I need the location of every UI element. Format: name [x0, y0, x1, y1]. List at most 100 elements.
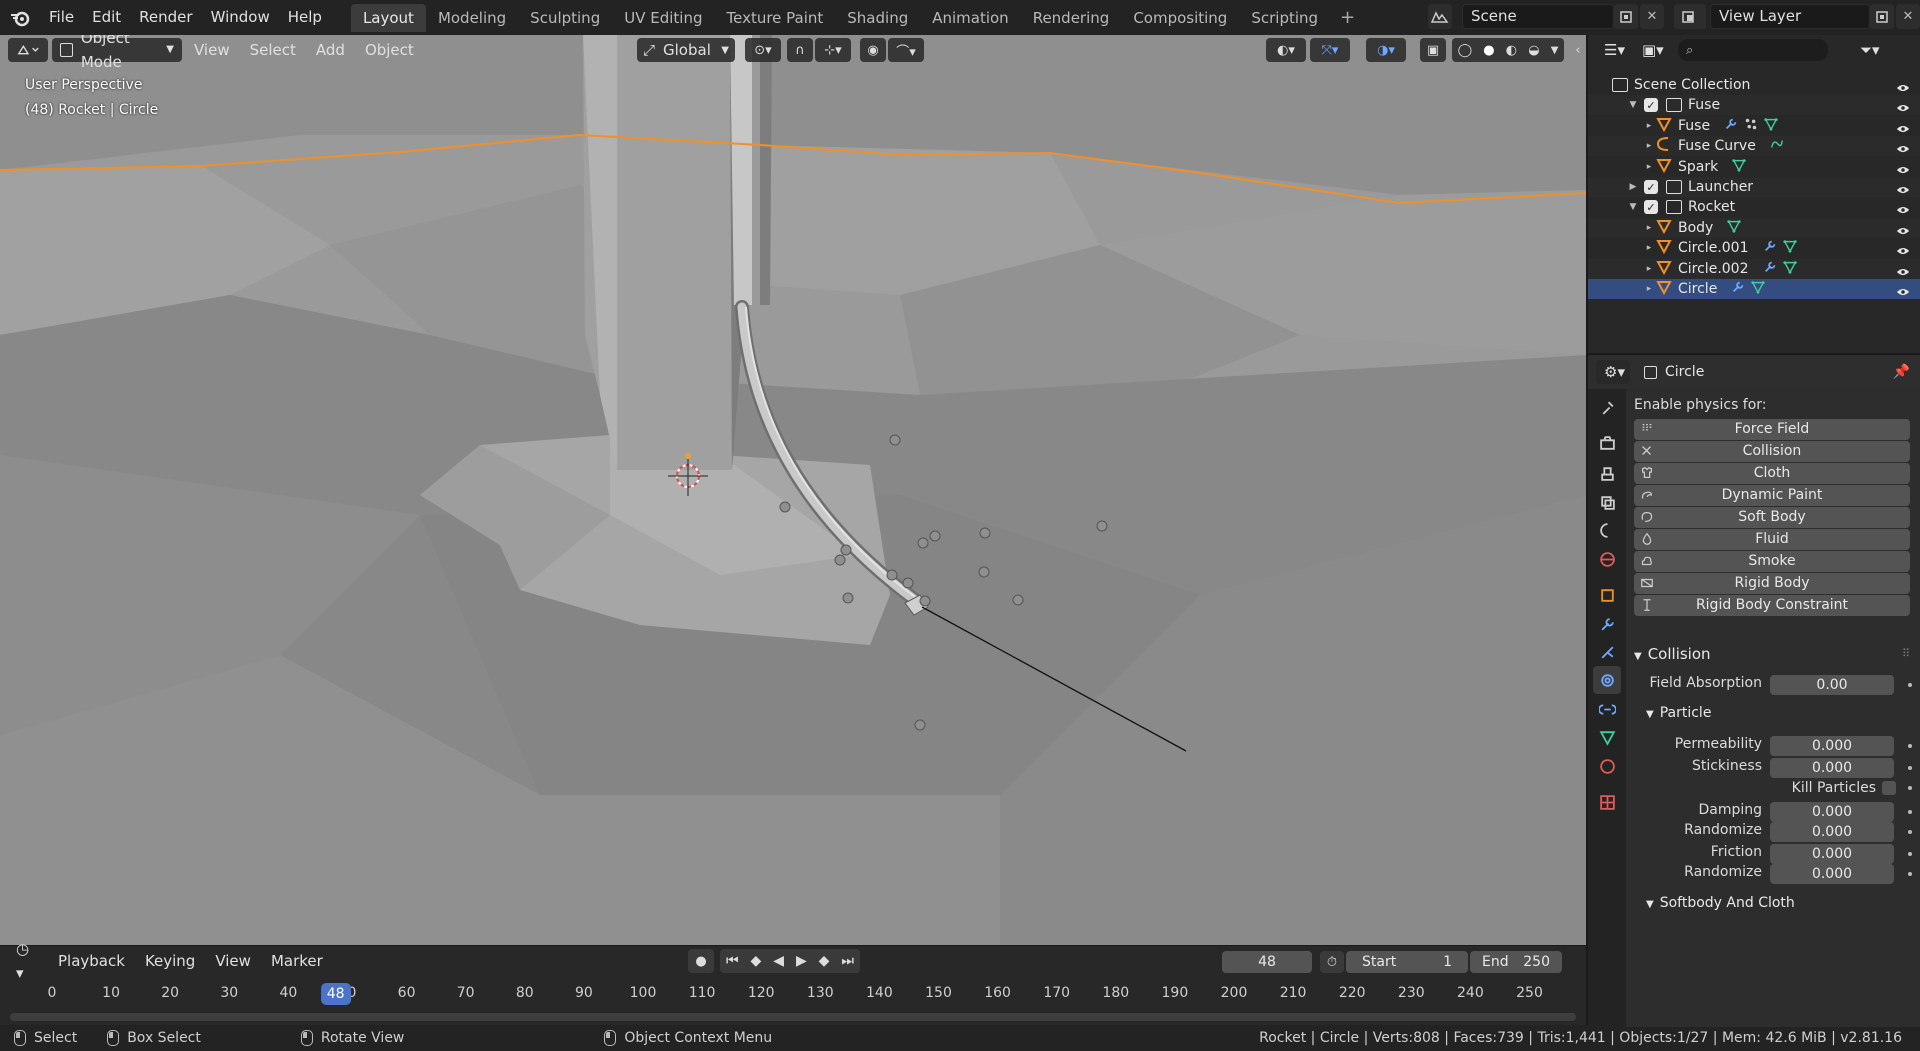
tab-view-layer-icon[interactable] [1593, 488, 1621, 516]
viewport-menu-object[interactable]: Object [357, 38, 422, 62]
tab-scene-icon[interactable] [1593, 516, 1621, 544]
eye-icon[interactable] [1896, 163, 1910, 173]
collection-checkbox[interactable]: ✓ [1644, 180, 1658, 194]
outliner-row[interactable]: ▸ Fuse Curve [1588, 136, 1920, 157]
tab-modeling[interactable]: Modeling [426, 4, 518, 32]
display-mode-icon[interactable]: ▣▾ [1634, 38, 1668, 62]
collision-panel-header[interactable]: ▼ Collision [1634, 645, 1711, 663]
tab-texture-paint[interactable]: Texture Paint [714, 4, 835, 32]
outliner-row[interactable]: Scene Collection [1588, 75, 1920, 95]
animate-property-icon[interactable] [1908, 830, 1912, 834]
editor-type-icon[interactable] [8, 38, 48, 62]
animate-property-icon[interactable] [1908, 683, 1912, 687]
expand-right-icon[interactable]: ▸ [1644, 121, 1654, 131]
outliner-row[interactable]: ▸ Circle.001 [1588, 238, 1920, 258]
pivot-point-icon[interactable]: ⊙▾ [745, 38, 781, 62]
expand-right-icon[interactable]: ▸ [1644, 223, 1654, 233]
tab-shading[interactable]: Shading [835, 4, 920, 32]
expand-down-icon[interactable]: ▼ [1628, 202, 1638, 212]
eye-icon[interactable] [1896, 81, 1910, 92]
tab-object-data-icon[interactable] [1593, 723, 1621, 751]
menu-file[interactable]: File [40, 0, 83, 35]
animate-property-icon[interactable] [1908, 744, 1912, 748]
drag-handle-icon[interactable]: ⠿ [1902, 647, 1910, 660]
collection-checkbox[interactable]: ✓ [1644, 98, 1658, 113]
menu-render[interactable]: Render [130, 0, 201, 35]
mesh-data-icon[interactable] [1732, 158, 1746, 176]
wireframe-shading-icon[interactable]: ◯ [1458, 43, 1473, 58]
new-scene-icon[interactable] [1614, 4, 1638, 29]
wrench-icon[interactable] [1724, 117, 1738, 135]
transform-orientation-dropdown[interactable]: ⤢ Global ▼ [637, 38, 735, 62]
wrench-icon[interactable] [1763, 260, 1777, 278]
stopwatch-icon[interactable]: ⏱ [1320, 951, 1344, 973]
record-icon[interactable]: ● [688, 949, 714, 973]
tab-sculpting[interactable]: Sculpting [518, 4, 612, 32]
eye-icon[interactable] [1896, 142, 1910, 153]
viewport-menu-select[interactable]: Select [242, 38, 304, 62]
mesh-data-icon[interactable] [1751, 280, 1765, 298]
physics-collision-button[interactable]: Collision [1634, 441, 1910, 462]
animate-property-icon[interactable] [1908, 810, 1912, 814]
material-shading-icon[interactable]: ◐ [1506, 43, 1517, 58]
expand-right-icon[interactable]: ▸ [1644, 162, 1654, 172]
viewport-menu-add[interactable]: Add [308, 38, 353, 62]
physics-rigid-body-button[interactable]: Rigid Body [1634, 573, 1910, 594]
mesh-data-icon[interactable] [1727, 219, 1741, 237]
physics-smoke-button[interactable]: Smoke [1634, 551, 1910, 572]
scene-name-field[interactable]: Scene [1462, 4, 1614, 29]
timeline-menu-keying[interactable]: Keying [135, 952, 205, 970]
tab-material-icon[interactable] [1593, 752, 1621, 780]
animate-property-icon[interactable] [1908, 852, 1912, 856]
wrench-icon[interactable] [1763, 239, 1777, 257]
tab-object-properties-icon[interactable] [1593, 581, 1621, 609]
damping-field[interactable]: 0.000 [1770, 802, 1894, 822]
snap-magnet-icon[interactable]: ∩ [787, 38, 813, 62]
eye-icon[interactable] [1896, 203, 1910, 214]
timeline-ruler[interactable]: 0102030405060708090100110120130140150160… [0, 982, 1586, 1006]
eye-icon[interactable] [1896, 183, 1910, 194]
overlays-icon[interactable]: ◑▾ [1366, 38, 1406, 62]
animate-property-icon[interactable] [1908, 766, 1912, 770]
particles-icon[interactable] [1744, 117, 1758, 135]
expand-right-icon[interactable]: ▸ [1644, 243, 1654, 253]
tab-render-icon[interactable] [1593, 429, 1621, 457]
delete-view-layer-icon[interactable]: ✕ [1896, 4, 1920, 29]
tab-tool-icon[interactable] [1593, 393, 1621, 421]
outliner-row[interactable]: ▼ ✓ Rocket [1588, 197, 1920, 217]
jump-end-icon[interactable]: ⏭ [841, 953, 854, 969]
stickiness-field[interactable]: 0.000 [1770, 758, 1894, 778]
xray-icon[interactable]: ▣ [1420, 38, 1446, 62]
kill-particles-checkbox[interactable] [1882, 781, 1896, 795]
menu-edit[interactable]: Edit [83, 0, 130, 35]
tab-compositing[interactable]: Compositing [1121, 4, 1239, 32]
delete-scene-icon[interactable]: ✕ [1640, 4, 1664, 29]
friction-field[interactable]: 0.000 [1770, 844, 1894, 864]
start-frame-field[interactable]: Start 1 [1346, 951, 1468, 973]
tab-constraints-icon[interactable] [1593, 695, 1621, 723]
mesh-data-icon[interactable] [1782, 260, 1797, 278]
eye-icon[interactable] [1896, 265, 1910, 275]
eye-icon[interactable] [1896, 224, 1910, 234]
chevron-down-icon[interactable]: ▼ [1551, 45, 1559, 56]
menu-help[interactable]: Help [279, 0, 331, 35]
tab-animation[interactable]: Animation [920, 4, 1020, 32]
visibility-selectability-icon[interactable]: ◐▾ [1266, 38, 1306, 62]
physics-dynamic-paint-button[interactable]: Dynamic Paint [1634, 485, 1910, 506]
end-frame-field[interactable]: End 250 [1470, 951, 1562, 973]
tab-particle-properties-icon[interactable] [1593, 638, 1621, 666]
outliner-row[interactable]: ▼ ✓ Fuse [1588, 95, 1920, 116]
3d-viewport[interactable]: Object Mode ▼ View Select Add Object ⤢ G… [0, 35, 1586, 945]
snap-target-icon[interactable]: ⊹▾ [815, 38, 851, 62]
tab-texture-icon[interactable] [1593, 788, 1621, 816]
animate-property-icon[interactable] [1908, 786, 1912, 790]
outliner-row[interactable]: ▶ ✓ Launcher [1588, 177, 1920, 197]
viewport-scene[interactable] [0, 35, 1586, 945]
eye-icon[interactable] [1896, 285, 1910, 296]
scene-selector-icon[interactable] [1428, 4, 1452, 29]
pin-icon[interactable]: 📌 [1893, 364, 1910, 380]
object-mode-dropdown[interactable]: Object Mode ▼ [52, 35, 182, 71]
tab-rendering[interactable]: Rendering [1021, 4, 1122, 32]
animate-property-icon[interactable] [1908, 872, 1912, 876]
tab-layout[interactable]: Layout [350, 4, 426, 32]
